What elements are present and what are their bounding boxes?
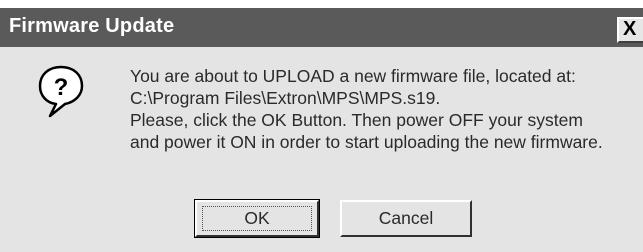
message-line: You are about to UPLOAD a new firmware f… — [130, 66, 576, 86]
close-button[interactable]: X — [617, 17, 643, 43]
message-text: You are about to UPLOAD a new firmware f… — [130, 65, 640, 153]
question-glyph: ? — [54, 74, 69, 101]
close-icon: X — [623, 18, 637, 40]
window-title: Firmware Update — [9, 15, 175, 37]
message-line: and power it ON in order to start upload… — [130, 132, 603, 152]
message-line: Please, click the OK Button. Then power … — [130, 110, 583, 130]
ok-button-label: OK — [244, 208, 270, 228]
title-bar[interactable]: Firmware Update X — [0, 8, 643, 47]
cancel-button-label: Cancel — [378, 208, 434, 228]
cancel-button[interactable]: Cancel — [340, 200, 472, 237]
firmware-update-dialog: Firmware Update X ? You are about to UPL… — [0, 8, 643, 252]
question-icon: ? — [38, 65, 84, 118]
ok-button[interactable]: OK — [194, 199, 320, 238]
message-line: C:\Program Files\Extron\MPS\MPS.s19. — [130, 88, 441, 108]
